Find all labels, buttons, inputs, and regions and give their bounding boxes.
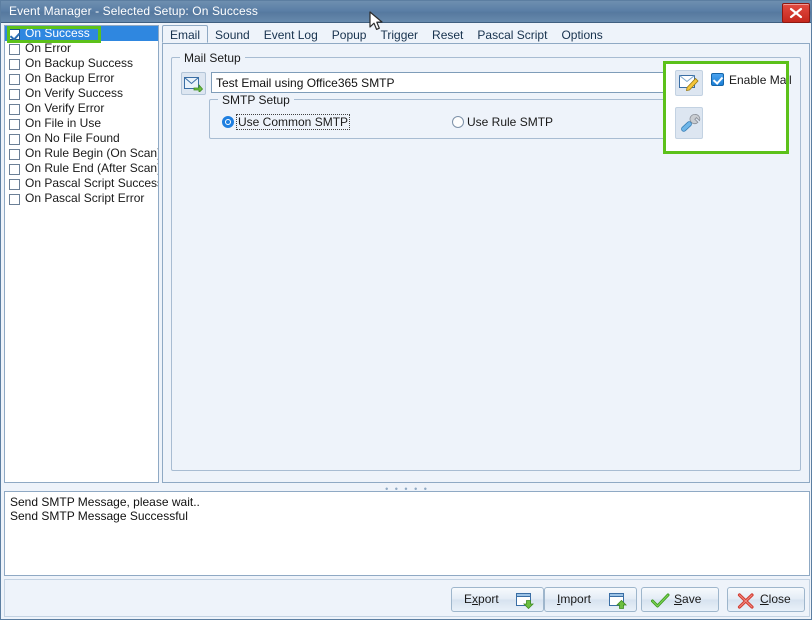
import-button-label: Import	[557, 592, 592, 606]
event-item-checkbox[interactable]	[9, 119, 20, 130]
event-list-item[interactable]: On Rule End (After Scan)	[5, 161, 158, 176]
event-item-label: On File in Use	[25, 116, 102, 130]
event-item-label: On No File Found	[25, 131, 120, 145]
event-item-checkbox[interactable]	[9, 74, 20, 85]
event-manager-window: Event Manager - Selected Setup: On Succe…	[0, 0, 812, 620]
title-bar[interactable]: Event Manager - Selected Setup: On Succe…	[1, 1, 811, 23]
enable-mail-check-icon	[711, 73, 724, 86]
event-list-rows: On Success On Error On Backup Success On Ba…	[5, 26, 158, 206]
event-item-label: On Backup Error	[25, 71, 115, 85]
mail-subject-input[interactable]	[211, 72, 667, 93]
radio-label-common: Use Common SMTP	[235, 114, 351, 130]
smtp-setup-title: SMTP Setup	[218, 93, 294, 107]
close-button-label: Close	[760, 592, 791, 606]
mail-settings-button[interactable]	[675, 107, 703, 139]
send-mail-icon	[184, 77, 203, 92]
event-item-checkbox[interactable]	[9, 104, 20, 115]
status-log-line: Send SMTP Message Successful	[10, 509, 188, 523]
event-list-item[interactable]: On Pascal Script Error	[5, 191, 158, 206]
mail-setup-title: Mail Setup	[180, 51, 245, 65]
event-list-item[interactable]: On Verify Success	[5, 86, 158, 101]
tab-email[interactable]: Email	[162, 25, 209, 43]
event-item-label: On Verify Error	[25, 101, 105, 115]
event-item-label: On Verify Success	[25, 86, 124, 100]
wrench-icon	[681, 114, 701, 132]
export-window-icon	[516, 593, 534, 609]
tab-sound[interactable]: Sound	[208, 26, 257, 44]
import-button[interactable]: Import	[544, 587, 637, 612]
event-item-label: On Rule Begin (On Scan)	[25, 146, 159, 160]
event-list-item[interactable]: On Success	[5, 26, 158, 41]
event-item-checkbox[interactable]	[9, 149, 20, 160]
event-item-checkbox[interactable]	[9, 194, 20, 205]
radio-use-rule-smtp[interactable]: Use Rule SMTP	[452, 115, 553, 129]
tab-reset[interactable]: Reset	[425, 26, 470, 44]
import-window-icon	[609, 593, 627, 609]
status-log-lines: Send SMTP Message, please wait.. Send SMT…	[10, 495, 804, 523]
tab-event-log[interactable]: Event Log	[257, 26, 325, 44]
event-list-item[interactable]: On Verify Error	[5, 101, 158, 116]
green-check-icon	[651, 593, 670, 608]
dialog-footer: Export Import Save Close	[4, 579, 810, 617]
tab-trigger[interactable]: Trigger	[373, 26, 425, 44]
event-item-checkbox[interactable]	[9, 89, 20, 100]
event-item-label: On Success	[25, 26, 90, 40]
event-item-label: On Rule End (After Scan)	[25, 161, 159, 175]
save-button-label: Save	[674, 592, 702, 606]
radio-dot-common	[222, 116, 234, 128]
radio-use-common-smtp[interactable]: Use Common SMTP	[222, 114, 351, 130]
event-list-item[interactable]: On Rule Begin (On Scan)	[5, 146, 158, 161]
event-list-item[interactable]: On Pascal Script Success	[5, 176, 158, 191]
event-item-checkbox[interactable]	[9, 134, 20, 145]
event-item-checkbox[interactable]	[9, 179, 20, 190]
event-list-item[interactable]: On Backup Success	[5, 56, 158, 71]
red-x-icon	[737, 593, 754, 609]
send-mail-button[interactable]	[181, 72, 206, 95]
radio-label-rule: Use Rule SMTP	[467, 115, 554, 129]
tab-strip: Email Sound Event Log Popup Trigger Reset Pasc…	[162, 25, 810, 44]
tab-pascal-script[interactable]: Pascal Script	[470, 26, 554, 44]
event-item-checkbox[interactable]	[9, 44, 20, 55]
event-item-checkbox[interactable]	[9, 29, 20, 40]
window-title: Event Manager - Selected Setup: On Succe…	[9, 4, 258, 18]
enable-mail-label: Enable Mail	[729, 73, 792, 87]
event-list-item[interactable]: On File in Use	[5, 116, 158, 131]
export-button-label: Export	[464, 592, 499, 606]
close-button[interactable]: Close	[727, 587, 805, 612]
status-log[interactable]: Send SMTP Message, please wait.. Send SMT…	[4, 491, 810, 576]
export-button[interactable]: Export	[451, 587, 544, 612]
edit-mail-button[interactable]	[675, 70, 703, 96]
event-list-item[interactable]: On No File Found	[5, 131, 158, 146]
window-close-button[interactable]	[782, 3, 810, 23]
mail-options-box: Enable Mail	[666, 64, 792, 151]
event-item-checkbox[interactable]	[9, 59, 20, 70]
edit-mail-icon	[679, 75, 699, 91]
save-button[interactable]: Save	[641, 587, 719, 612]
radio-dot-rule	[452, 116, 464, 128]
event-list[interactable]: On Success On Error On Backup Success On Ba…	[4, 25, 159, 483]
event-list-item[interactable]: On Error	[5, 41, 158, 56]
event-item-checkbox[interactable]	[9, 164, 20, 175]
event-item-label: On Backup Success	[25, 56, 134, 70]
tab-popup[interactable]: Popup	[325, 26, 374, 44]
event-list-item[interactable]: On Backup Error	[5, 71, 158, 86]
close-icon	[789, 7, 803, 19]
tab-options[interactable]: Options	[554, 26, 609, 44]
enable-mail-checkbox[interactable]: Enable Mail	[711, 73, 792, 87]
event-item-label: On Pascal Script Error	[25, 191, 145, 205]
status-log-line: Send SMTP Message, please wait..	[10, 495, 200, 509]
event-item-label: On Error	[25, 41, 72, 55]
event-item-label: On Pascal Script Success	[25, 176, 159, 190]
